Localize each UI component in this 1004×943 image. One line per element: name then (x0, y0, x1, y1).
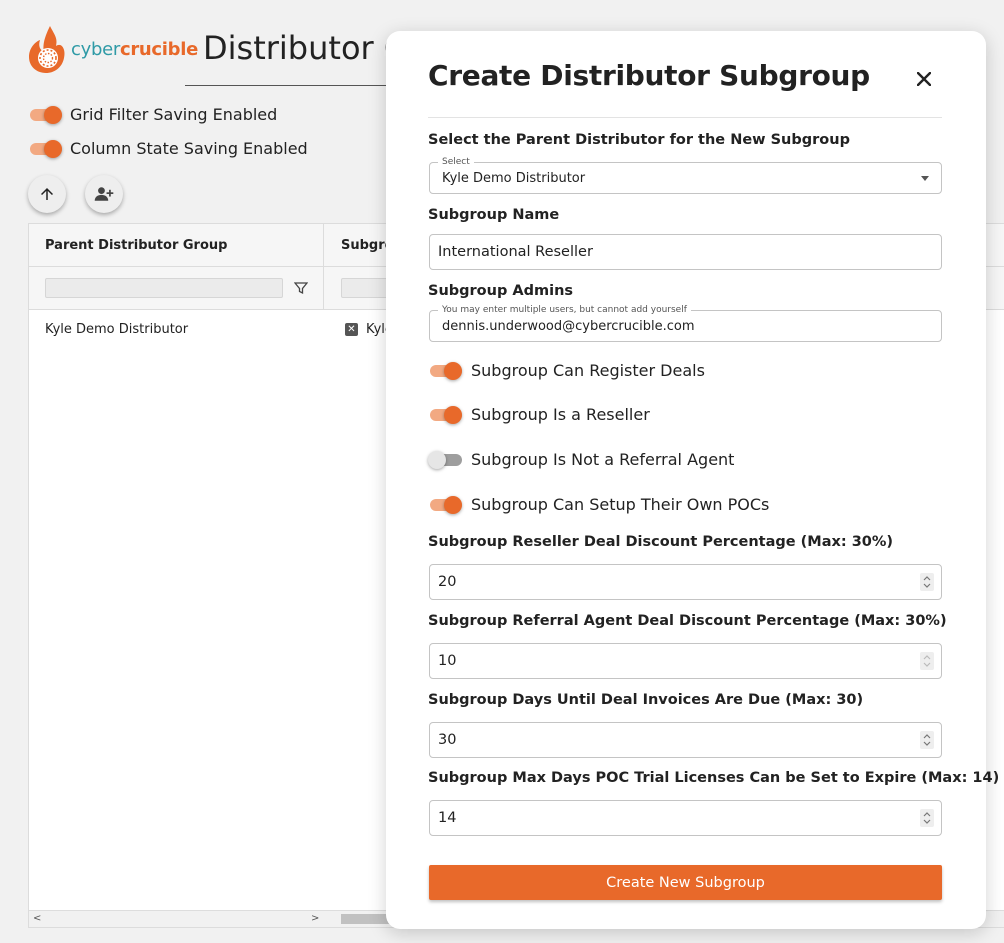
reseller-label: Subgroup Is a Reseller (471, 404, 650, 424)
poc-expire-days-value: 14 (438, 810, 457, 826)
column-state-saving-toggle-row: Column State Saving Enabled (28, 137, 308, 159)
toggle-row-referral-agent: Subgroup Is Not a Referral Agent (428, 448, 734, 470)
parent-select-label: Select the Parent Distributor for the Ne… (428, 132, 850, 148)
number-spinner-icon[interactable] (920, 809, 934, 827)
invoice-days-input[interactable]: 30 (429, 722, 942, 758)
subgroup-name-value: International Reseller (438, 244, 593, 260)
arrow-up-icon (41, 188, 53, 200)
own-pocs-label: Subgroup Can Setup Their Own POCs (471, 494, 770, 514)
poc-expire-days-label: Subgroup Max Days POC Trial Licenses Can… (428, 770, 1000, 786)
subgroup-name-input[interactable]: International Reseller (429, 234, 942, 270)
parent-select-value: Kyle Demo Distributor (442, 171, 586, 186)
grid-filter-saving-toggle-row: Grid Filter Saving Enabled (28, 103, 277, 125)
title-divider (185, 85, 395, 86)
scroll-left-arrow-icon[interactable]: < (33, 913, 41, 924)
reseller-discount-label: Subgroup Reseller Deal Discount Percenta… (428, 534, 894, 550)
number-spinner-icon[interactable] (920, 573, 934, 591)
referral-discount-label: Subgroup Referral Agent Deal Discount Pe… (428, 613, 947, 629)
parent-filter-input[interactable] (45, 278, 283, 298)
subgroup-admins-input[interactable]: You may enter multiple users, but cannot… (429, 304, 942, 342)
admins-legend: You may enter multiple users, but cannot… (438, 304, 691, 316)
brand-name: cybercrucible (71, 38, 199, 60)
poc-expire-days-input[interactable]: 14 (429, 800, 942, 836)
modal-divider (428, 117, 942, 118)
number-spinner-icon[interactable] (920, 731, 934, 749)
admins-value: dennis.underwood@cybercrucible.com (442, 319, 695, 334)
add-user-button[interactable] (85, 175, 123, 213)
brand-logo: cybercrucible (28, 24, 198, 74)
close-button[interactable] (912, 67, 936, 91)
column-state-saving-label: Column State Saving Enabled (70, 138, 308, 158)
referral-agent-label: Subgroup Is Not a Referral Agent (471, 449, 735, 469)
register-deals-label: Subgroup Can Register Deals (471, 360, 705, 380)
select-legend: Select (438, 156, 474, 168)
toggle-row-reseller: Subgroup Is a Reseller (428, 403, 650, 425)
referral-discount-value: 10 (438, 653, 457, 669)
add-user-icon (94, 187, 114, 201)
row-checkbox[interactable]: ✕ (345, 323, 358, 336)
referral-agent-toggle[interactable] (428, 448, 464, 470)
create-new-subgroup-button[interactable]: Create New Subgroup (429, 865, 942, 900)
filter-icon[interactable] (294, 281, 308, 295)
cell-parent: Kyle Demo Distributor (45, 322, 189, 337)
scroll-right-arrow-icon[interactable]: > (311, 913, 319, 924)
toggle-row-own-pocs: Subgroup Can Setup Their Own POCs (428, 493, 769, 515)
reseller-discount-input[interactable]: 20 (429, 564, 942, 600)
caret-down-icon (921, 176, 929, 181)
invoice-days-label: Subgroup Days Until Deal Invoices Are Du… (428, 692, 864, 708)
register-deals-toggle[interactable] (428, 359, 464, 381)
toggle-row-register-deals: Subgroup Can Register Deals (428, 359, 705, 381)
column-header-parent[interactable]: Parent Distributor Group (45, 238, 227, 253)
reseller-toggle[interactable] (428, 403, 464, 425)
scroll-top-button[interactable] (28, 175, 66, 213)
parent-distributor-select[interactable]: Select Kyle Demo Distributor (429, 156, 942, 194)
flame-logo-icon (29, 26, 65, 73)
column-separator (323, 224, 324, 310)
column-state-saving-toggle[interactable] (28, 137, 64, 159)
modal-title: Create Distributor Subgroup (428, 59, 870, 92)
subgroup-name-label: Subgroup Name (428, 207, 560, 223)
subgroup-admins-label: Subgroup Admins (428, 283, 574, 299)
referral-discount-input[interactable]: 10 (429, 643, 942, 679)
grid-filter-saving-toggle[interactable] (28, 103, 64, 125)
number-spinner-icon[interactable] (920, 652, 934, 670)
grid-filter-saving-label: Grid Filter Saving Enabled (70, 104, 278, 124)
invoice-days-value: 30 (438, 732, 457, 748)
page-title: Distributor G (203, 29, 409, 67)
reseller-discount-value: 20 (438, 574, 457, 590)
create-subgroup-modal: Create Distributor Subgroup Select the P… (386, 31, 999, 929)
close-icon (917, 72, 931, 86)
own-pocs-toggle[interactable] (428, 493, 464, 515)
